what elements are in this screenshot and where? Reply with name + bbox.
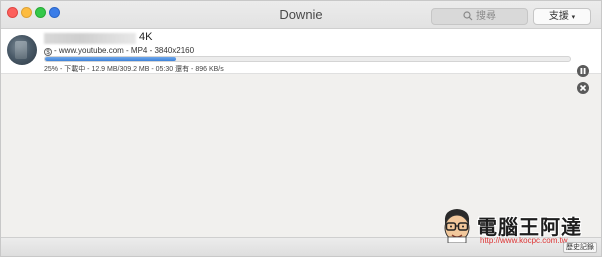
pause-button[interactable] [577, 65, 589, 77]
watermark-url: http://www.kocpc.com.tw [480, 236, 568, 245]
mascot-logo [444, 209, 470, 243]
video-thumbnail [7, 35, 37, 65]
close-icon [579, 84, 587, 92]
blurred-video-title [44, 33, 136, 44]
download-status: 25% - 下載中 - 12.9 MB/309.2 MB - 05:30 還有 … [44, 66, 224, 73]
search-icon [463, 11, 473, 21]
search-placeholder: 搜尋 [476, 11, 496, 22]
video-meta-text: - www.youtube.com - MP4 - 3840x2160 [54, 46, 195, 55]
pause-icon [580, 68, 586, 74]
history-button[interactable]: 歷史記錄 [563, 242, 597, 253]
dollar-icon: $ [44, 48, 52, 56]
video-meta: $ - www.youtube.com - MP4 - 3840x2160 [44, 46, 194, 56]
download-progress-bar [44, 56, 571, 62]
title-bar: Downie 搜尋 支援 ▾ [1, 1, 601, 29]
search-field[interactable]: 搜尋 [431, 8, 528, 25]
support-button[interactable]: 支援 ▾ [533, 8, 591, 25]
thumbnail-figure [15, 41, 27, 59]
video-quality-label: 4K [139, 31, 153, 43]
cancel-download-button[interactable] [577, 82, 589, 94]
support-label: 支援 [548, 11, 569, 22]
progress-fill [45, 57, 177, 61]
chevron-down-icon: ▾ [571, 14, 576, 21]
